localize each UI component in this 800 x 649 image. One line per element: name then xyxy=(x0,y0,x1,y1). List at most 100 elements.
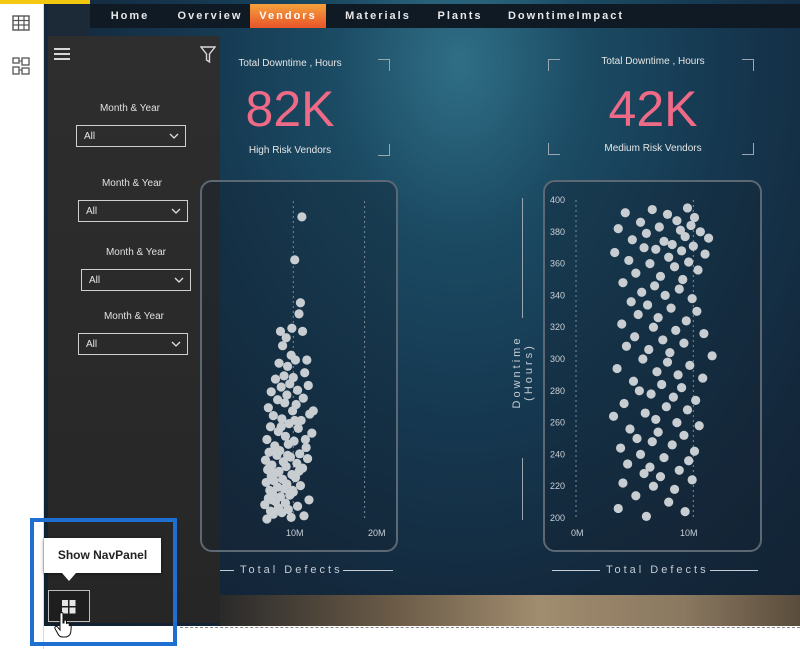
scatter-point[interactable] xyxy=(693,265,703,275)
scatter-point[interactable] xyxy=(672,418,682,428)
scatter-point[interactable] xyxy=(644,344,654,355)
scatter-point[interactable] xyxy=(625,424,635,434)
scatter-point[interactable] xyxy=(634,386,644,396)
scatter-point[interactable] xyxy=(297,326,308,336)
scatter-point[interactable] xyxy=(659,236,669,246)
scatter-point[interactable] xyxy=(647,204,657,215)
scatter-point[interactable] xyxy=(290,415,300,426)
month-year-dropdown-3[interactable]: All xyxy=(81,269,191,291)
scatter-point[interactable] xyxy=(648,322,659,332)
scatter-point[interactable] xyxy=(613,224,623,234)
scatter-point[interactable] xyxy=(308,406,318,416)
scatter-point[interactable] xyxy=(292,501,303,511)
scatter-point[interactable] xyxy=(669,484,680,494)
scatter-point[interactable] xyxy=(648,481,659,491)
scatter-point[interactable] xyxy=(639,468,649,479)
scatter-point[interactable] xyxy=(264,463,274,473)
scatter-point[interactable] xyxy=(262,434,272,445)
scatter-point[interactable] xyxy=(698,373,708,383)
scatter-point[interactable] xyxy=(631,491,641,501)
scatter-point[interactable] xyxy=(627,235,637,245)
month-year-dropdown-2[interactable]: All xyxy=(78,200,188,222)
scatter-point[interactable] xyxy=(612,363,622,374)
scatter-point[interactable] xyxy=(682,405,693,415)
scatter-point[interactable] xyxy=(652,367,662,377)
tab-home[interactable]: Home xyxy=(100,4,160,28)
tab-plants[interactable]: Plants xyxy=(430,4,490,28)
scatter-point[interactable] xyxy=(674,465,684,475)
scatter-point[interactable] xyxy=(680,507,690,517)
scatter-point[interactable] xyxy=(662,357,673,367)
scatter-point[interactable] xyxy=(647,437,657,447)
scatter-point[interactable] xyxy=(628,376,639,386)
hamburger-menu-icon[interactable] xyxy=(54,48,70,60)
scatter-point[interactable] xyxy=(280,431,291,441)
scatter-point[interactable] xyxy=(635,217,646,227)
scatter-point[interactable] xyxy=(638,354,648,364)
scatter-point[interactable] xyxy=(626,297,636,307)
scatter-point[interactable] xyxy=(280,398,290,408)
scatter-point[interactable] xyxy=(282,390,292,400)
scatter-point[interactable] xyxy=(293,423,303,433)
scatter-point[interactable] xyxy=(650,281,660,291)
model-view-icon[interactable] xyxy=(11,56,33,78)
scatter-point[interactable] xyxy=(304,495,314,505)
scatter-point[interactable] xyxy=(654,222,664,232)
scatter-point[interactable] xyxy=(681,316,691,326)
scatter-point[interactable] xyxy=(687,475,697,485)
scatter-point[interactable] xyxy=(699,328,709,339)
scatter-point[interactable] xyxy=(290,255,300,265)
scatter-point[interactable] xyxy=(667,239,677,250)
scatter-point[interactable] xyxy=(662,209,673,219)
scatter-point[interactable] xyxy=(265,422,276,432)
scatter-point[interactable] xyxy=(668,392,678,402)
scatter-point[interactable] xyxy=(665,348,675,358)
scatter-point[interactable] xyxy=(667,440,677,450)
tab-vendors[interactable]: Vendors xyxy=(250,4,326,28)
scatter-point[interactable] xyxy=(646,389,656,399)
scatter-point[interactable] xyxy=(671,325,681,335)
scatter-point[interactable] xyxy=(615,443,626,453)
scatter-point[interactable] xyxy=(679,430,689,440)
scatter-point[interactable] xyxy=(651,244,661,254)
scatter-point[interactable] xyxy=(285,379,295,389)
scatter-point[interactable] xyxy=(632,433,642,444)
scatter-point[interactable] xyxy=(274,504,284,515)
scatter-point[interactable] xyxy=(618,478,628,488)
scatter-point[interactable] xyxy=(283,361,293,371)
tab-materials[interactable]: Materials xyxy=(336,4,420,28)
scatter-point[interactable] xyxy=(261,477,271,488)
scatter-point[interactable] xyxy=(700,249,710,259)
scatter-point[interactable] xyxy=(645,259,655,269)
scatter-point[interactable] xyxy=(694,421,704,431)
scatter-point[interactable] xyxy=(294,466,304,476)
scatter-point[interactable] xyxy=(267,495,277,505)
scatter-point[interactable] xyxy=(677,246,687,256)
scatter-point[interactable] xyxy=(608,411,619,421)
scatter-point[interactable] xyxy=(660,290,670,300)
month-year-dropdown-1[interactable]: All xyxy=(76,125,186,147)
scatter-point[interactable] xyxy=(283,450,293,460)
scatter-point[interactable] xyxy=(692,306,702,316)
scatter-point[interactable] xyxy=(633,309,643,320)
scatter-point[interactable] xyxy=(268,411,278,421)
scatter-point[interactable] xyxy=(262,514,272,524)
scatter-point[interactable] xyxy=(679,338,689,348)
scatter-point[interactable] xyxy=(624,255,634,266)
scatter-point[interactable] xyxy=(689,446,700,456)
scatter-point[interactable] xyxy=(672,216,682,226)
scatter-point[interactable] xyxy=(655,271,666,281)
scatter-point[interactable] xyxy=(281,333,291,343)
scatter-point[interactable] xyxy=(283,439,293,449)
scatter-point[interactable] xyxy=(623,459,633,469)
scatter-point[interactable] xyxy=(270,444,280,454)
scatter-point[interactable] xyxy=(661,402,671,412)
scatter-point[interactable] xyxy=(295,449,305,459)
scatter-point[interactable] xyxy=(295,298,306,308)
scatter-point[interactable] xyxy=(631,268,641,278)
scatter-point[interactable] xyxy=(688,241,698,251)
scatter-point[interactable] xyxy=(300,434,311,445)
scatter-point[interactable] xyxy=(658,335,668,345)
scatter-point[interactable] xyxy=(620,208,630,218)
scatter-point[interactable] xyxy=(292,385,303,395)
